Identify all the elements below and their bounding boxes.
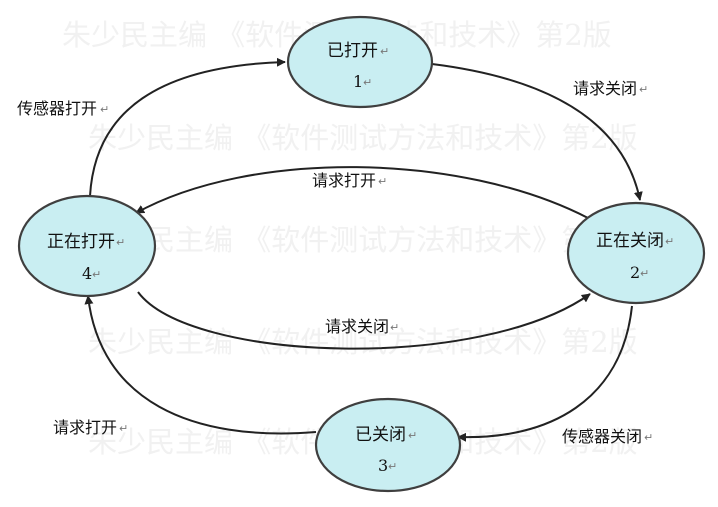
- paragraph-mark-icon: ↵: [640, 267, 649, 280]
- node-opened: 已打开 ↵ 1 ↵: [286, 15, 434, 109]
- node-opened-ellipse: [286, 15, 434, 109]
- paragraph-mark-icon: ↵: [408, 429, 417, 442]
- edge-label-request-open-middle: 请求打开: [312, 171, 376, 190]
- node-closed-ellipse: [314, 397, 462, 493]
- paragraph-mark-icon: ↵: [119, 422, 128, 435]
- node-closed-label: 已关闭: [355, 425, 406, 445]
- node-closing-ellipse: [566, 201, 706, 305]
- state-diagram: 朱少民主编 《软件测试方法和技术》第2版 朱少民主编 《软件测试方法和技术》第2…: [17, 15, 706, 493]
- paragraph-mark-icon: ↵: [363, 76, 372, 89]
- edge-label-sensor-open: 传感器打开: [17, 99, 97, 118]
- paragraph-mark-icon: ↵: [644, 431, 653, 444]
- paragraph-mark-icon: ↵: [380, 45, 389, 58]
- node-opening: 正在打开 ↵ 4 ↵: [17, 194, 157, 298]
- paragraph-mark-icon: ↵: [100, 103, 109, 116]
- node-opened-number: 1: [353, 72, 363, 91]
- node-opening-label: 正在打开: [47, 232, 115, 252]
- watermark-text: 朱少民主编 《软件测试方法和技术》第2版: [88, 121, 638, 155]
- node-opening-number: 4: [82, 264, 92, 283]
- edge-label-request-close-middle: 请求关闭: [325, 317, 389, 336]
- node-closing: 正在关闭 ↵ 2 ↵: [566, 201, 706, 305]
- paragraph-mark-icon: ↵: [639, 83, 648, 96]
- node-closing-label: 正在关闭: [596, 231, 664, 251]
- node-opened-label: 已打开: [327, 41, 378, 61]
- paragraph-mark-icon: ↵: [116, 236, 125, 249]
- edge-label-request-close-top: 请求关闭: [573, 79, 637, 98]
- edge-label-sensor-close: 传感器关闭: [562, 427, 642, 446]
- node-closing-number: 2: [630, 263, 640, 282]
- node-closed: 已关闭 ↵ 3 ↵: [314, 397, 462, 493]
- paragraph-mark-icon: ↵: [378, 175, 387, 188]
- paragraph-mark-icon: ↵: [92, 268, 101, 281]
- paragraph-mark-icon: ↵: [388, 460, 397, 473]
- watermark-text: 朱少民主编 《软件测试方法和技术》第2版: [88, 223, 638, 257]
- paragraph-mark-icon: ↵: [665, 235, 674, 248]
- node-closed-number: 3: [378, 456, 388, 475]
- edge-closed-to-opening: [84, 295, 317, 435]
- edge-label-request-open-bottom: 请求打开: [53, 418, 117, 437]
- paragraph-mark-icon: ↵: [390, 321, 399, 334]
